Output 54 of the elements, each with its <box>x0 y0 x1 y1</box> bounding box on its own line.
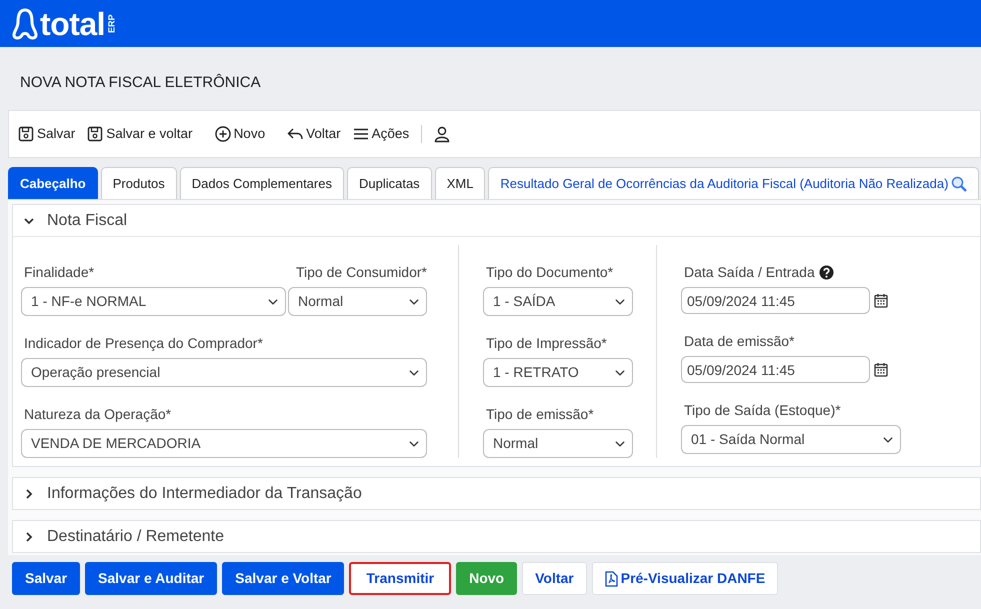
help-icon[interactable] <box>818 265 834 280</box>
pdf-file-icon <box>604 570 618 586</box>
select-field[interactable]: 1 - RETRATO <box>483 358 633 387</box>
select-field[interactable]: VENDA DE MERCADORIA <box>21 429 427 458</box>
save-icon <box>87 126 104 142</box>
tab[interactable]: Dados Complementares <box>180 167 344 199</box>
tab[interactable]: Resultado Geral de Ocorrências da Auditoria Fiscal (Auditoria Não Realizada) <box>488 167 980 199</box>
bell-logo-icon <box>12 8 38 40</box>
page-title: NOVA NOTA FISCAL ELETRÔNICA <box>20 74 261 91</box>
field-label: Finalidade* <box>24 263 94 282</box>
button[interactable]: Transmitir <box>349 562 452 595</box>
field-label: Natureza da Operação* <box>24 405 172 424</box>
button[interactable]: Salvar e Voltar <box>222 562 344 595</box>
date-field[interactable]: 05/09/2024 11:45 <box>681 356 870 383</box>
field-label: Tipo de Impressão* <box>486 334 607 353</box>
save-icon <box>18 126 34 142</box>
brand-suffix: ERP <box>106 14 118 33</box>
date-field[interactable]: 05/09/2024 11:45 <box>681 287 870 314</box>
select-field[interactable]: Normal <box>483 429 633 458</box>
calendar-icon[interactable] <box>874 293 888 308</box>
button[interactable]: Salvar <box>12 562 80 595</box>
button[interactable]: Pré-Visualizar DANFE <box>592 562 778 595</box>
field-label: Indicador de Presença do Comprador* <box>24 334 263 353</box>
tab[interactable]: XML <box>434 167 486 199</box>
toolbar-button[interactable]: Novo <box>214 124 266 144</box>
field-label: Tipo de Saída (Estoque)* <box>684 401 841 420</box>
user-icon[interactable] <box>434 126 450 142</box>
reply-arrow-icon <box>287 126 304 142</box>
tab[interactable]: Produtos <box>100 167 177 199</box>
tab[interactable]: Cabeçalho <box>8 167 98 199</box>
brand-name: total <box>40 8 106 40</box>
calendar-icon[interactable] <box>874 362 888 377</box>
tab[interactable]: Duplicatas <box>346 167 432 199</box>
select-field[interactable]: 01 - Saída Normal <box>681 425 901 454</box>
section-title[interactable]: Destinatário / Remetente <box>47 524 224 548</box>
toolbar-button[interactable]: Ações <box>352 124 410 144</box>
button[interactable]: Voltar <box>522 562 587 595</box>
toolbar-button[interactable]: Voltar <box>287 124 341 144</box>
field-label: Data de emissão* <box>684 332 795 351</box>
button[interactable]: Salvar e Auditar <box>85 562 218 595</box>
magnifier-icon <box>951 176 968 192</box>
field-label: Tipo de emissão* <box>486 405 594 424</box>
select-field[interactable]: 1 - NF-e NORMAL <box>21 287 286 316</box>
field-label: Data Saída / Entrada <box>684 263 815 282</box>
menu-icon <box>352 126 369 142</box>
toolbar-button[interactable]: Salvar <box>18 124 76 144</box>
field-label: Tipo de Consumidor* <box>296 263 427 282</box>
select-field[interactable]: 1 - SAÍDA <box>483 287 633 316</box>
plus-circle-icon <box>214 126 231 142</box>
select-field[interactable]: Normal <box>288 287 427 316</box>
toolbar-button[interactable]: Salvar e voltar <box>87 124 193 144</box>
select-field[interactable]: Operação presencial <box>21 358 427 387</box>
field-label: Tipo do Documento* <box>486 263 614 282</box>
section-title[interactable]: Nota Fiscal <box>47 208 128 232</box>
